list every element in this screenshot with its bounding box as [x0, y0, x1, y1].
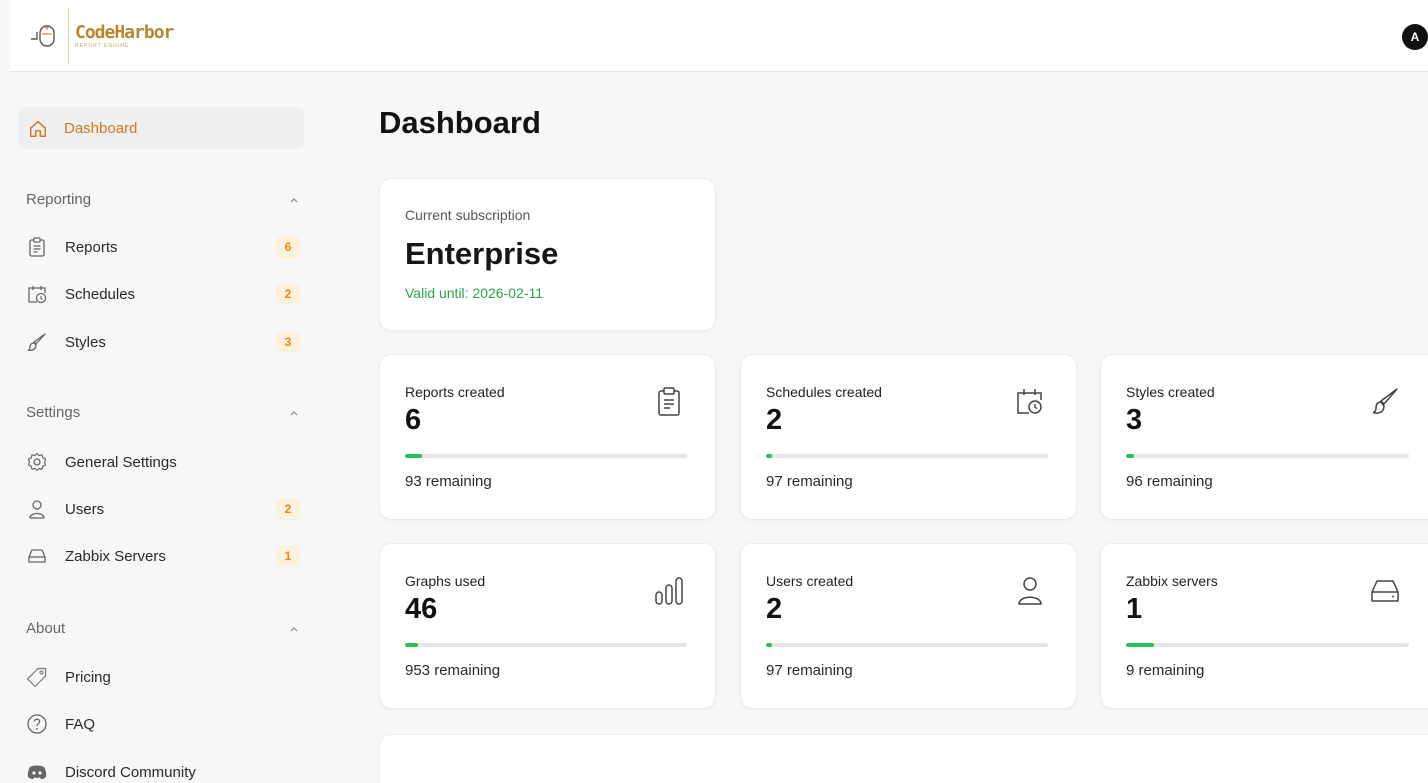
count-badge: 3: [276, 331, 300, 353]
discord-icon: [26, 761, 48, 783]
additional-card: [379, 734, 1428, 783]
stat-remaining: 97 remaining: [766, 473, 853, 490]
sidebar-item-zabbix-servers[interactable]: Zabbix Servers 1: [26, 541, 300, 571]
sidebar-item-label: FAQ: [65, 715, 96, 733]
usage-progress-fill: [1126, 454, 1135, 458]
brand-logo[interactable]: CodeHarbor REPORT ENGINE: [28, 8, 174, 64]
stat-card-styles: Styles created 3 96 remaining: [1100, 354, 1428, 520]
top-bar: CodeHarbor REPORT ENGINE A: [10, 0, 1428, 72]
stat-card-schedules: Schedules created 2 97 remaining: [740, 354, 1077, 520]
sidebar-item-reports[interactable]: Reports 6: [26, 232, 300, 262]
sidebar-item-schedules[interactable]: Schedules 2: [26, 279, 300, 309]
stat-value: 6: [405, 404, 422, 436]
stat-value: 2: [766, 593, 783, 625]
sidebar-item-label: General Settings: [65, 453, 177, 471]
stat-value: 3: [1126, 404, 1143, 436]
stat-remaining: 93 remaining: [405, 473, 492, 490]
stat-card-reports: Reports created 6 93 remaining: [379, 354, 716, 520]
brush-icon: [1369, 385, 1401, 419]
sidebar-item-pricing[interactable]: Pricing: [26, 662, 300, 692]
stat-card-zabbix-servers: Zabbix servers 1 9 remaining: [1100, 543, 1428, 709]
stat-value: 1: [1126, 593, 1143, 625]
sidebar-item-general-settings[interactable]: General Settings: [26, 447, 300, 477]
subscription-label: Current subscription: [405, 207, 531, 223]
stat-title: Zabbix servers: [1126, 573, 1218, 589]
sidebar-item-label: Zabbix Servers: [65, 547, 166, 565]
sidebar-item-dashboard[interactable]: Dashboard: [18, 107, 304, 149]
calendar-clock-icon: [1014, 385, 1046, 419]
sidebar: Dashboard Reporting Reports 6 Schedules …: [10, 72, 316, 783]
count-badge: 2: [276, 498, 300, 520]
subscription-plan: Enterprise: [405, 236, 559, 271]
harbor-logo-icon: [31, 25, 55, 47]
tag-icon: [26, 666, 48, 688]
stat-remaining: 97 remaining: [766, 662, 853, 679]
sidebar-item-users[interactable]: Users 2: [26, 494, 300, 524]
stat-remaining: 953 remaining: [405, 662, 501, 679]
section-title: Reporting: [26, 191, 92, 208]
sidebar-item-label: Reports: [65, 238, 118, 256]
stat-title: Schedules created: [766, 384, 882, 400]
stat-remaining: 96 remaining: [1126, 473, 1213, 490]
count-badge: 6: [276, 236, 300, 258]
usage-progress-bar: [1126, 454, 1409, 458]
brand-tagline: REPORT ENGINE: [75, 43, 130, 49]
bar-chart-icon: [653, 574, 685, 608]
usage-progress-fill: [766, 643, 772, 647]
stat-title: Users created: [766, 573, 854, 589]
sidebar-item-label: Dashboard: [64, 119, 138, 137]
usage-progress-bar: [405, 454, 687, 458]
sidebar-item-styles[interactable]: Styles 3: [26, 327, 300, 357]
chevron-up-icon: [288, 194, 300, 206]
sidebar-item-label: Pricing: [65, 668, 111, 686]
usage-progress-bar: [766, 454, 1048, 458]
usage-progress-bar: [766, 643, 1048, 647]
stat-value: 46: [405, 593, 438, 625]
gear-icon: [26, 451, 48, 473]
sidebar-item-label: Discord Community: [65, 763, 196, 781]
usage-progress-bar: [1126, 643, 1409, 647]
usage-progress-fill: [405, 643, 418, 647]
subscription-valid-until: Valid until: 2026-02-11: [405, 285, 544, 301]
sidebar-item-label: Users: [65, 500, 105, 518]
count-badge: 1: [276, 545, 300, 567]
usage-progress-bar: [405, 643, 687, 647]
brand-name: CodeHarbor: [75, 22, 174, 43]
stat-title: Styles created: [1126, 384, 1215, 400]
user-avatar[interactable]: A: [1402, 24, 1428, 50]
usage-progress-fill: [405, 454, 422, 458]
section-about-toggle[interactable]: About: [26, 620, 300, 637]
sidebar-item-discord-community[interactable]: Discord Community: [26, 757, 300, 783]
home-icon: [28, 118, 48, 138]
usage-progress-fill: [766, 454, 772, 458]
sidebar-item-label: Schedules: [65, 285, 136, 303]
calendar-clock-icon: [26, 283, 48, 305]
user-icon: [26, 498, 48, 520]
server-drive-icon: [26, 545, 48, 567]
stat-card-graphs: Graphs used 46 953 remaining: [379, 543, 716, 709]
sidebar-item-faq[interactable]: FAQ: [26, 709, 300, 739]
user-icon: [1014, 574, 1046, 608]
stat-title: Graphs used: [405, 573, 486, 589]
section-reporting-toggle[interactable]: Reporting: [26, 191, 300, 208]
section-settings-toggle[interactable]: Settings: [26, 404, 300, 421]
chevron-up-icon: [288, 407, 300, 419]
stat-title: Reports created: [405, 384, 505, 400]
server-drive-icon: [1369, 574, 1401, 608]
brush-icon: [26, 331, 48, 353]
section-title: Settings: [26, 404, 81, 421]
usage-progress-fill: [1126, 643, 1155, 647]
stat-remaining: 9 remaining: [1126, 662, 1205, 679]
question-circle-icon: [26, 713, 48, 735]
clipboard-icon: [26, 236, 48, 258]
page-title: Dashboard: [379, 105, 541, 140]
sidebar-item-label: Styles: [65, 333, 106, 351]
count-badge: 2: [276, 283, 300, 305]
stat-value: 2: [766, 404, 783, 436]
stat-card-users: Users created 2 97 remaining: [740, 543, 1077, 709]
subscription-card: Current subscription Enterprise Valid un…: [379, 178, 716, 331]
chevron-up-icon: [288, 623, 300, 635]
section-title: About: [26, 620, 66, 637]
clipboard-icon: [653, 385, 685, 419]
